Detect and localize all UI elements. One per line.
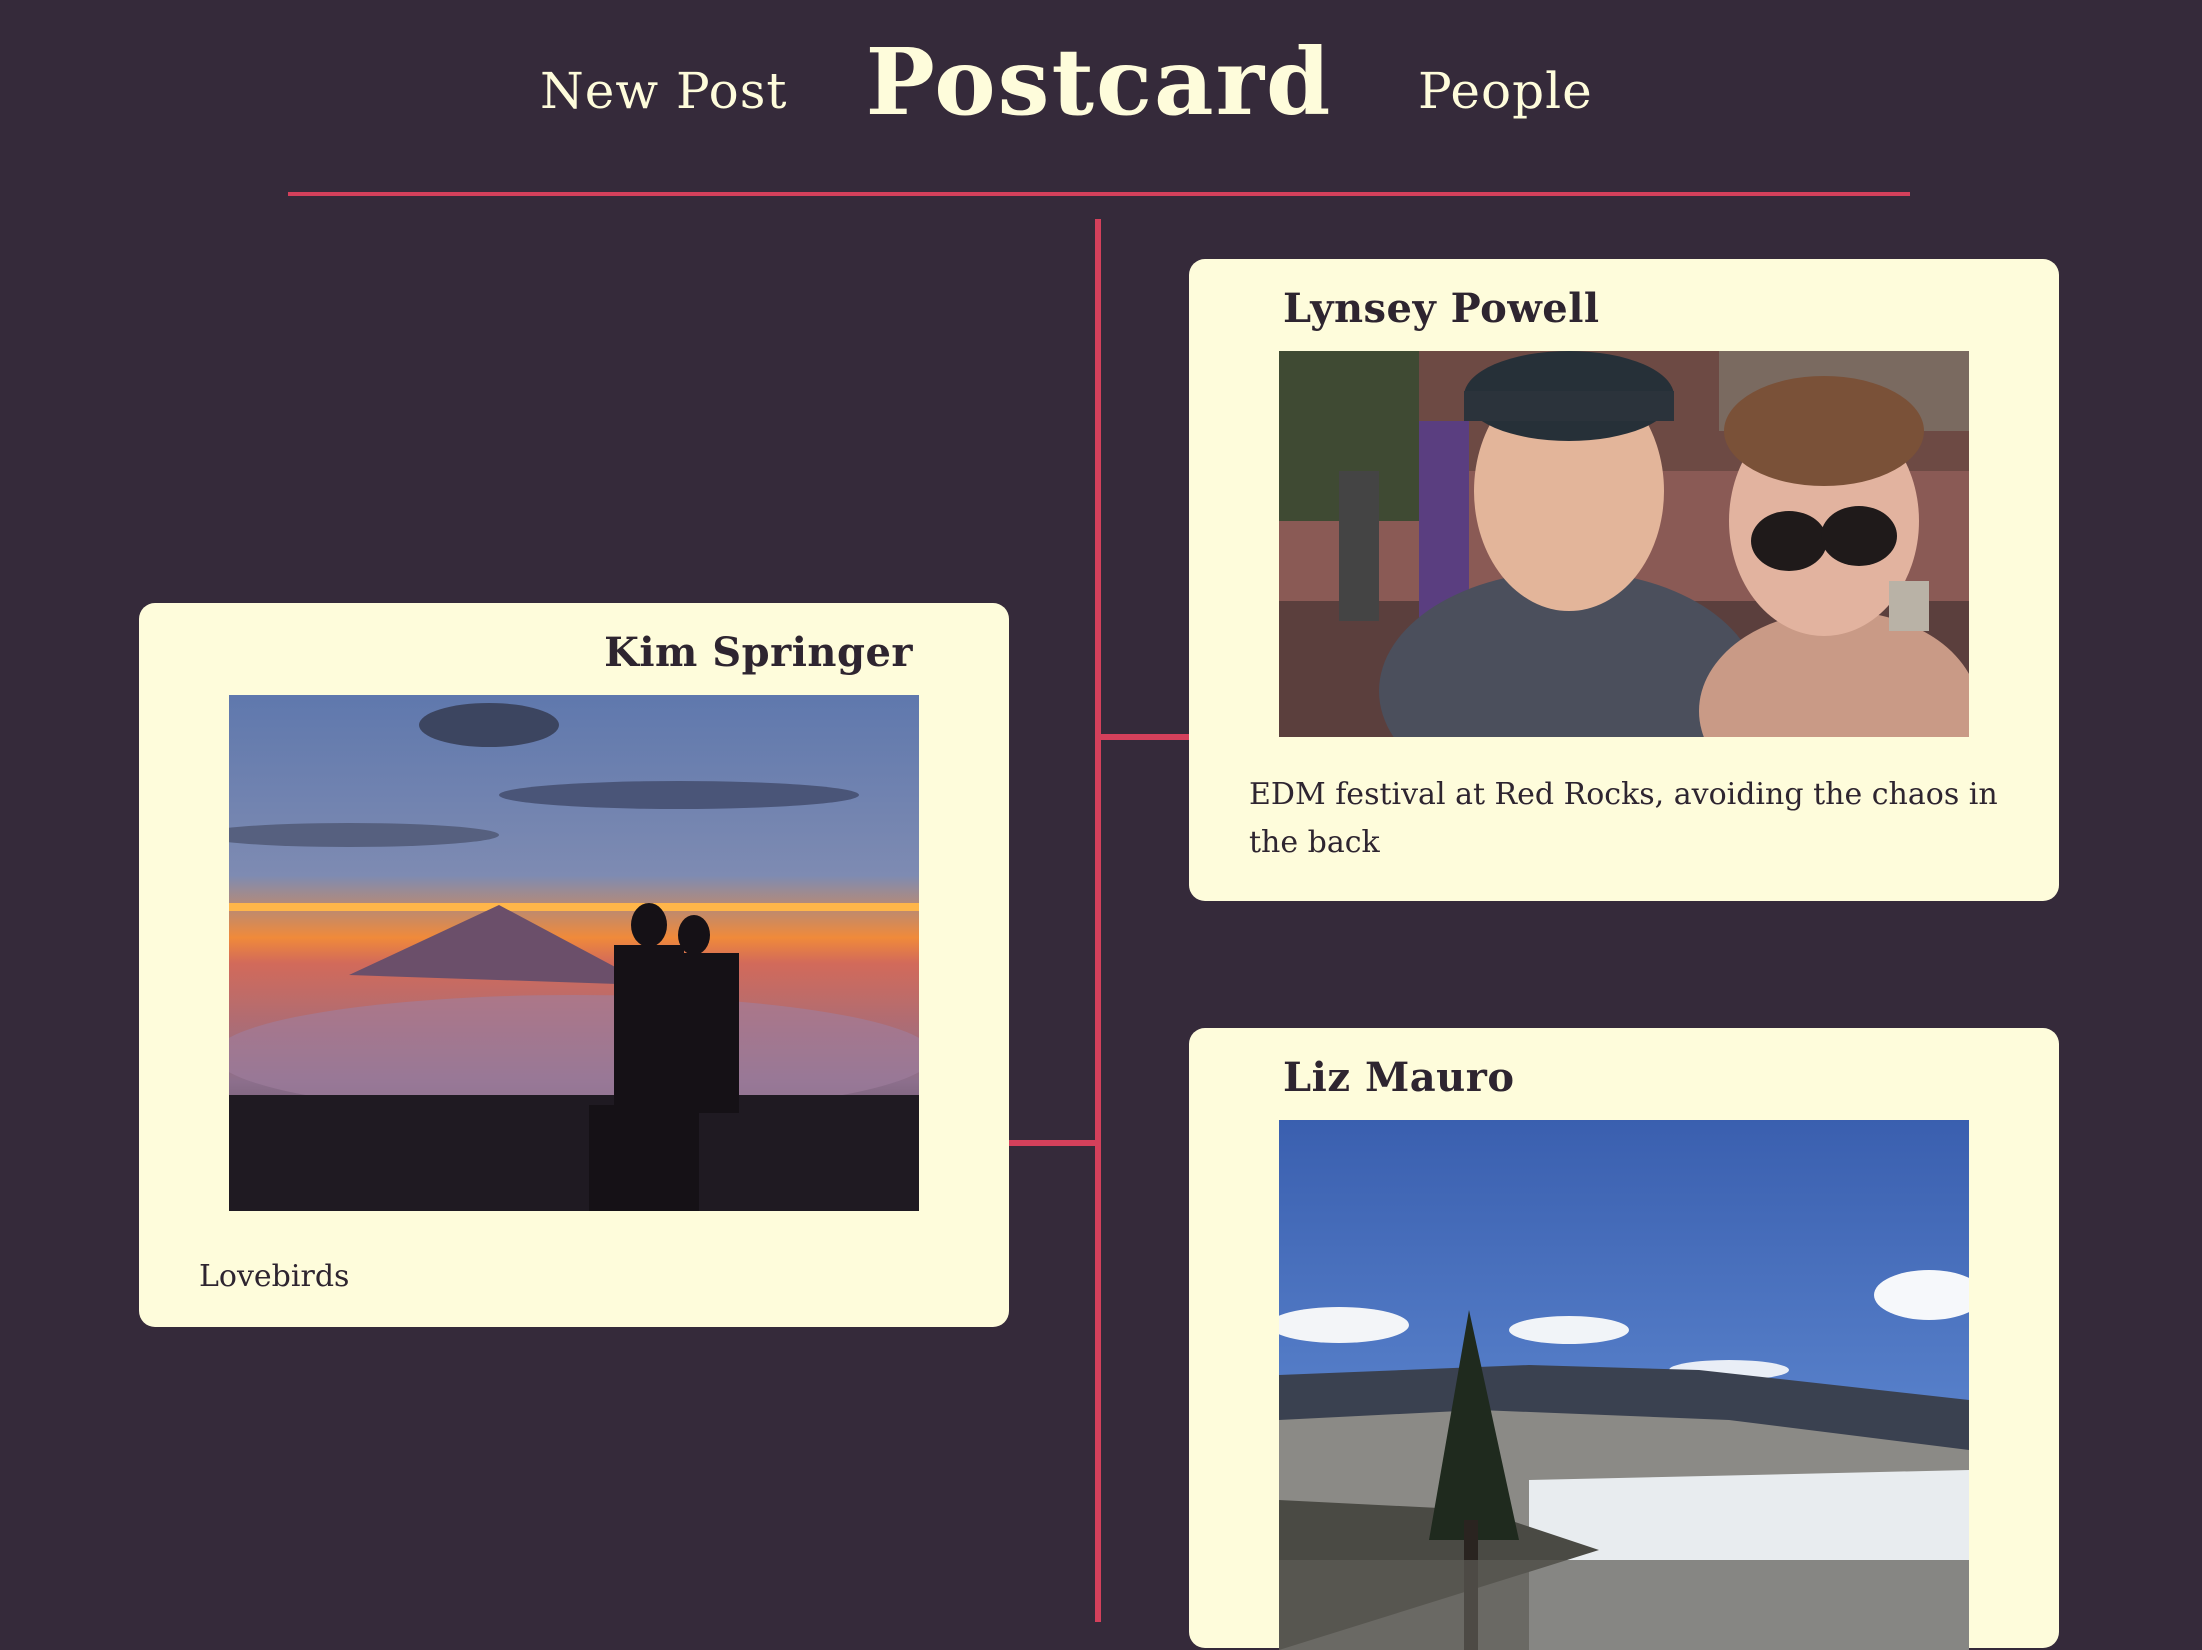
post-author[interactable]: Lynsey Powell: [1283, 285, 1600, 332]
people-link[interactable]: People: [1418, 62, 1593, 120]
post-card[interactable]: Liz Mauro: [1189, 1028, 2059, 1650]
header-divider: [288, 192, 1910, 196]
sunset-silhouette-photo: [229, 695, 919, 1211]
post-caption: EDM festival at Red Rocks, avoiding the …: [1249, 777, 1998, 860]
timeline-branch: [1007, 1140, 1099, 1146]
post-card[interactable]: Lynsey Powell EDM festival at Red Rocks,…: [1189, 259, 2059, 901]
timeline-line: [1095, 219, 1101, 1622]
post-caption: Lovebirds: [199, 1259, 350, 1294]
mountain-valley-photo: [1279, 1120, 1969, 1650]
post-author[interactable]: Liz Mauro: [1283, 1054, 1515, 1101]
selfie-at-red-rocks-photo: [1279, 351, 1969, 737]
post-card[interactable]: Kim Springer Lovebirds: [139, 603, 1009, 1327]
brand-title[interactable]: Postcard: [0, 28, 2198, 136]
post-author[interactable]: Kim Springer: [604, 629, 913, 676]
timeline-branch: [1098, 734, 1190, 740]
